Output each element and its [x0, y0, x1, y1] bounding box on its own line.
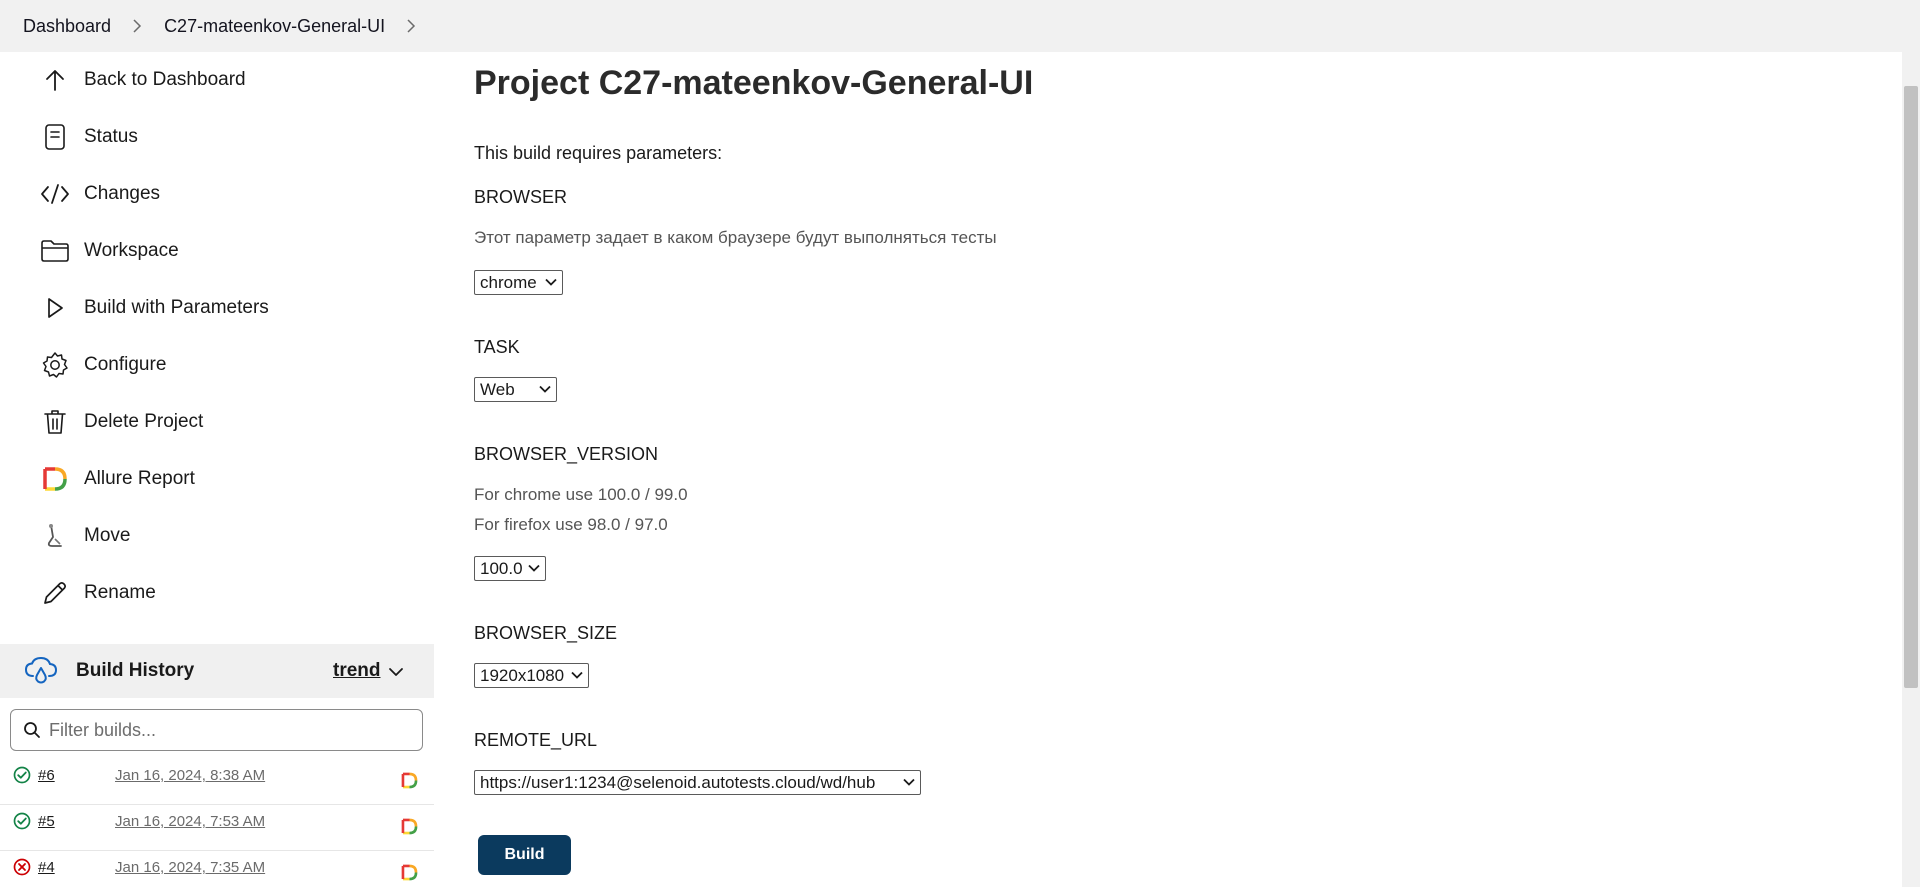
param-task-name: TASK: [474, 337, 520, 357]
task-select-value: Web: [480, 379, 515, 399]
pencil-icon: [40, 578, 70, 608]
build-number-link[interactable]: #6: [38, 767, 55, 784]
sidebar-item-changes[interactable]: Changes: [0, 169, 434, 219]
build-row: #5 Jan 16, 2024, 7:53 AM: [0, 806, 434, 851]
filter-builds-input[interactable]: [49, 716, 409, 744]
param-browser-name: BROWSER: [474, 187, 568, 207]
breadcrumb: Dashboard C27-mateenkov-General-UI: [0, 0, 1920, 52]
sidebar-item-configure[interactable]: Configure: [0, 340, 434, 390]
chevron-down-icon: [571, 671, 583, 679]
document-icon: [40, 122, 70, 152]
browser-version-select-value: 100.0: [480, 558, 523, 578]
chevron-right-icon[interactable]: [406, 19, 416, 33]
task-select[interactable]: Web: [474, 377, 557, 402]
sidebar-item-move[interactable]: Move: [0, 511, 434, 561]
chevron-down-icon[interactable]: [388, 664, 404, 680]
build-parameters-intro: This build requires parameters:: [474, 143, 723, 163]
build-date-link[interactable]: Jan 16, 2024, 8:38 AM: [115, 767, 265, 784]
sidebar-item-label: Configure: [84, 354, 167, 375]
arrow-up-icon: [40, 65, 70, 95]
build-date-link[interactable]: Jan 16, 2024, 7:35 AM: [115, 859, 265, 876]
main-content: Project C27-mateenkov-General-UI This bu…: [474, 52, 1894, 887]
sidebar-item-allure-report[interactable]: Allure Report: [0, 454, 434, 504]
sidebar-item-label: Delete Project: [84, 411, 204, 432]
sidebar-item-delete-project[interactable]: Delete Project: [0, 397, 434, 447]
allure-icon[interactable]: [401, 818, 418, 835]
folder-icon: [40, 236, 70, 266]
play-icon: [40, 293, 70, 323]
allure-icon[interactable]: [401, 772, 418, 789]
success-check-icon: [13, 766, 31, 784]
sidebar-item-label: Rename: [84, 582, 156, 603]
browser-size-select[interactable]: 1920x1080: [474, 663, 589, 688]
trash-icon: [40, 407, 70, 437]
build-number-link[interactable]: #5: [38, 813, 55, 830]
sidebar-item-workspace[interactable]: Workspace: [0, 226, 434, 276]
remote-url-select[interactable]: https://user1:1234@selenoid.autotests.cl…: [474, 770, 921, 795]
chevron-down-icon: [903, 778, 915, 786]
page-scrollbar[interactable]: [1902, 52, 1920, 887]
cloud-rain-icon: [24, 656, 58, 686]
param-browser-version-description-line2: For firefox use 98.0 / 97.0: [474, 515, 668, 534]
build-row: #4 Jan 16, 2024, 7:35 AM: [0, 852, 434, 887]
param-browser-size-name: BROWSER_SIZE: [474, 623, 618, 643]
sidebar-item-label: Move: [84, 525, 131, 546]
browser-version-select[interactable]: 100.0: [474, 556, 546, 581]
sidebar-item-status[interactable]: Status: [0, 112, 434, 162]
browser-select[interactable]: chrome: [474, 270, 563, 295]
sidebar-item-rename[interactable]: Rename: [0, 568, 434, 618]
chevron-right-icon: [132, 19, 142, 33]
sidebar-item-label: Allure Report: [84, 468, 195, 489]
breadcrumb-dashboard[interactable]: Dashboard: [23, 16, 111, 37]
remote-url-select-value: https://user1:1234@selenoid.autotests.cl…: [480, 772, 876, 792]
sidebar-item-back-to-dashboard[interactable]: Back to Dashboard: [0, 55, 434, 105]
param-browser-description: Этот параметр задает в каком браузере бу…: [474, 228, 997, 247]
failed-x-icon: [13, 858, 31, 876]
build-button[interactable]: Build: [478, 835, 571, 875]
allure-icon[interactable]: [401, 864, 418, 881]
param-browser-version-description-line1: For chrome use 100.0 / 99.0: [474, 485, 688, 504]
sidebar-item-label: Build with Parameters: [84, 297, 269, 318]
allure-icon: [40, 464, 70, 494]
sidebar-item-label: Status: [84, 126, 138, 147]
chevron-down-icon: [539, 385, 551, 393]
browser-select-value: chrome: [480, 272, 537, 292]
sidebar-item-label: Back to Dashboard: [84, 69, 246, 90]
gear-icon: [40, 350, 70, 380]
build-date-link[interactable]: Jan 16, 2024, 7:53 AM: [115, 813, 265, 830]
breadcrumb-project[interactable]: C27-mateenkov-General-UI: [164, 16, 385, 37]
build-history-header: Build History trend: [0, 644, 434, 698]
chevron-down-icon: [545, 278, 557, 286]
browser-size-select-value: 1920x1080: [480, 665, 565, 685]
param-remote-url-name: REMOTE_URL: [474, 730, 598, 750]
trend-link[interactable]: trend: [333, 660, 381, 682]
move-icon: [40, 521, 70, 551]
sidebar-item-label: Changes: [84, 183, 161, 204]
chevron-down-icon: [528, 564, 540, 572]
search-icon: [23, 721, 41, 739]
build-number-link[interactable]: #4: [38, 859, 55, 876]
sidebar-item-build-with-parameters[interactable]: Build with Parameters: [0, 283, 434, 333]
param-browser-version-name: BROWSER_VERSION: [474, 444, 659, 464]
scrollbar-thumb[interactable]: [1904, 86, 1918, 688]
code-icon: [40, 179, 70, 209]
sidebar-item-label: Workspace: [84, 240, 179, 261]
build-history-title: Build History: [76, 660, 195, 681]
page-title: Project C27-mateenkov-General-UI: [474, 64, 1034, 102]
filter-builds-field[interactable]: [10, 709, 423, 751]
success-check-icon: [13, 812, 31, 830]
build-row: #6 Jan 16, 2024, 8:38 AM: [0, 760, 434, 805]
